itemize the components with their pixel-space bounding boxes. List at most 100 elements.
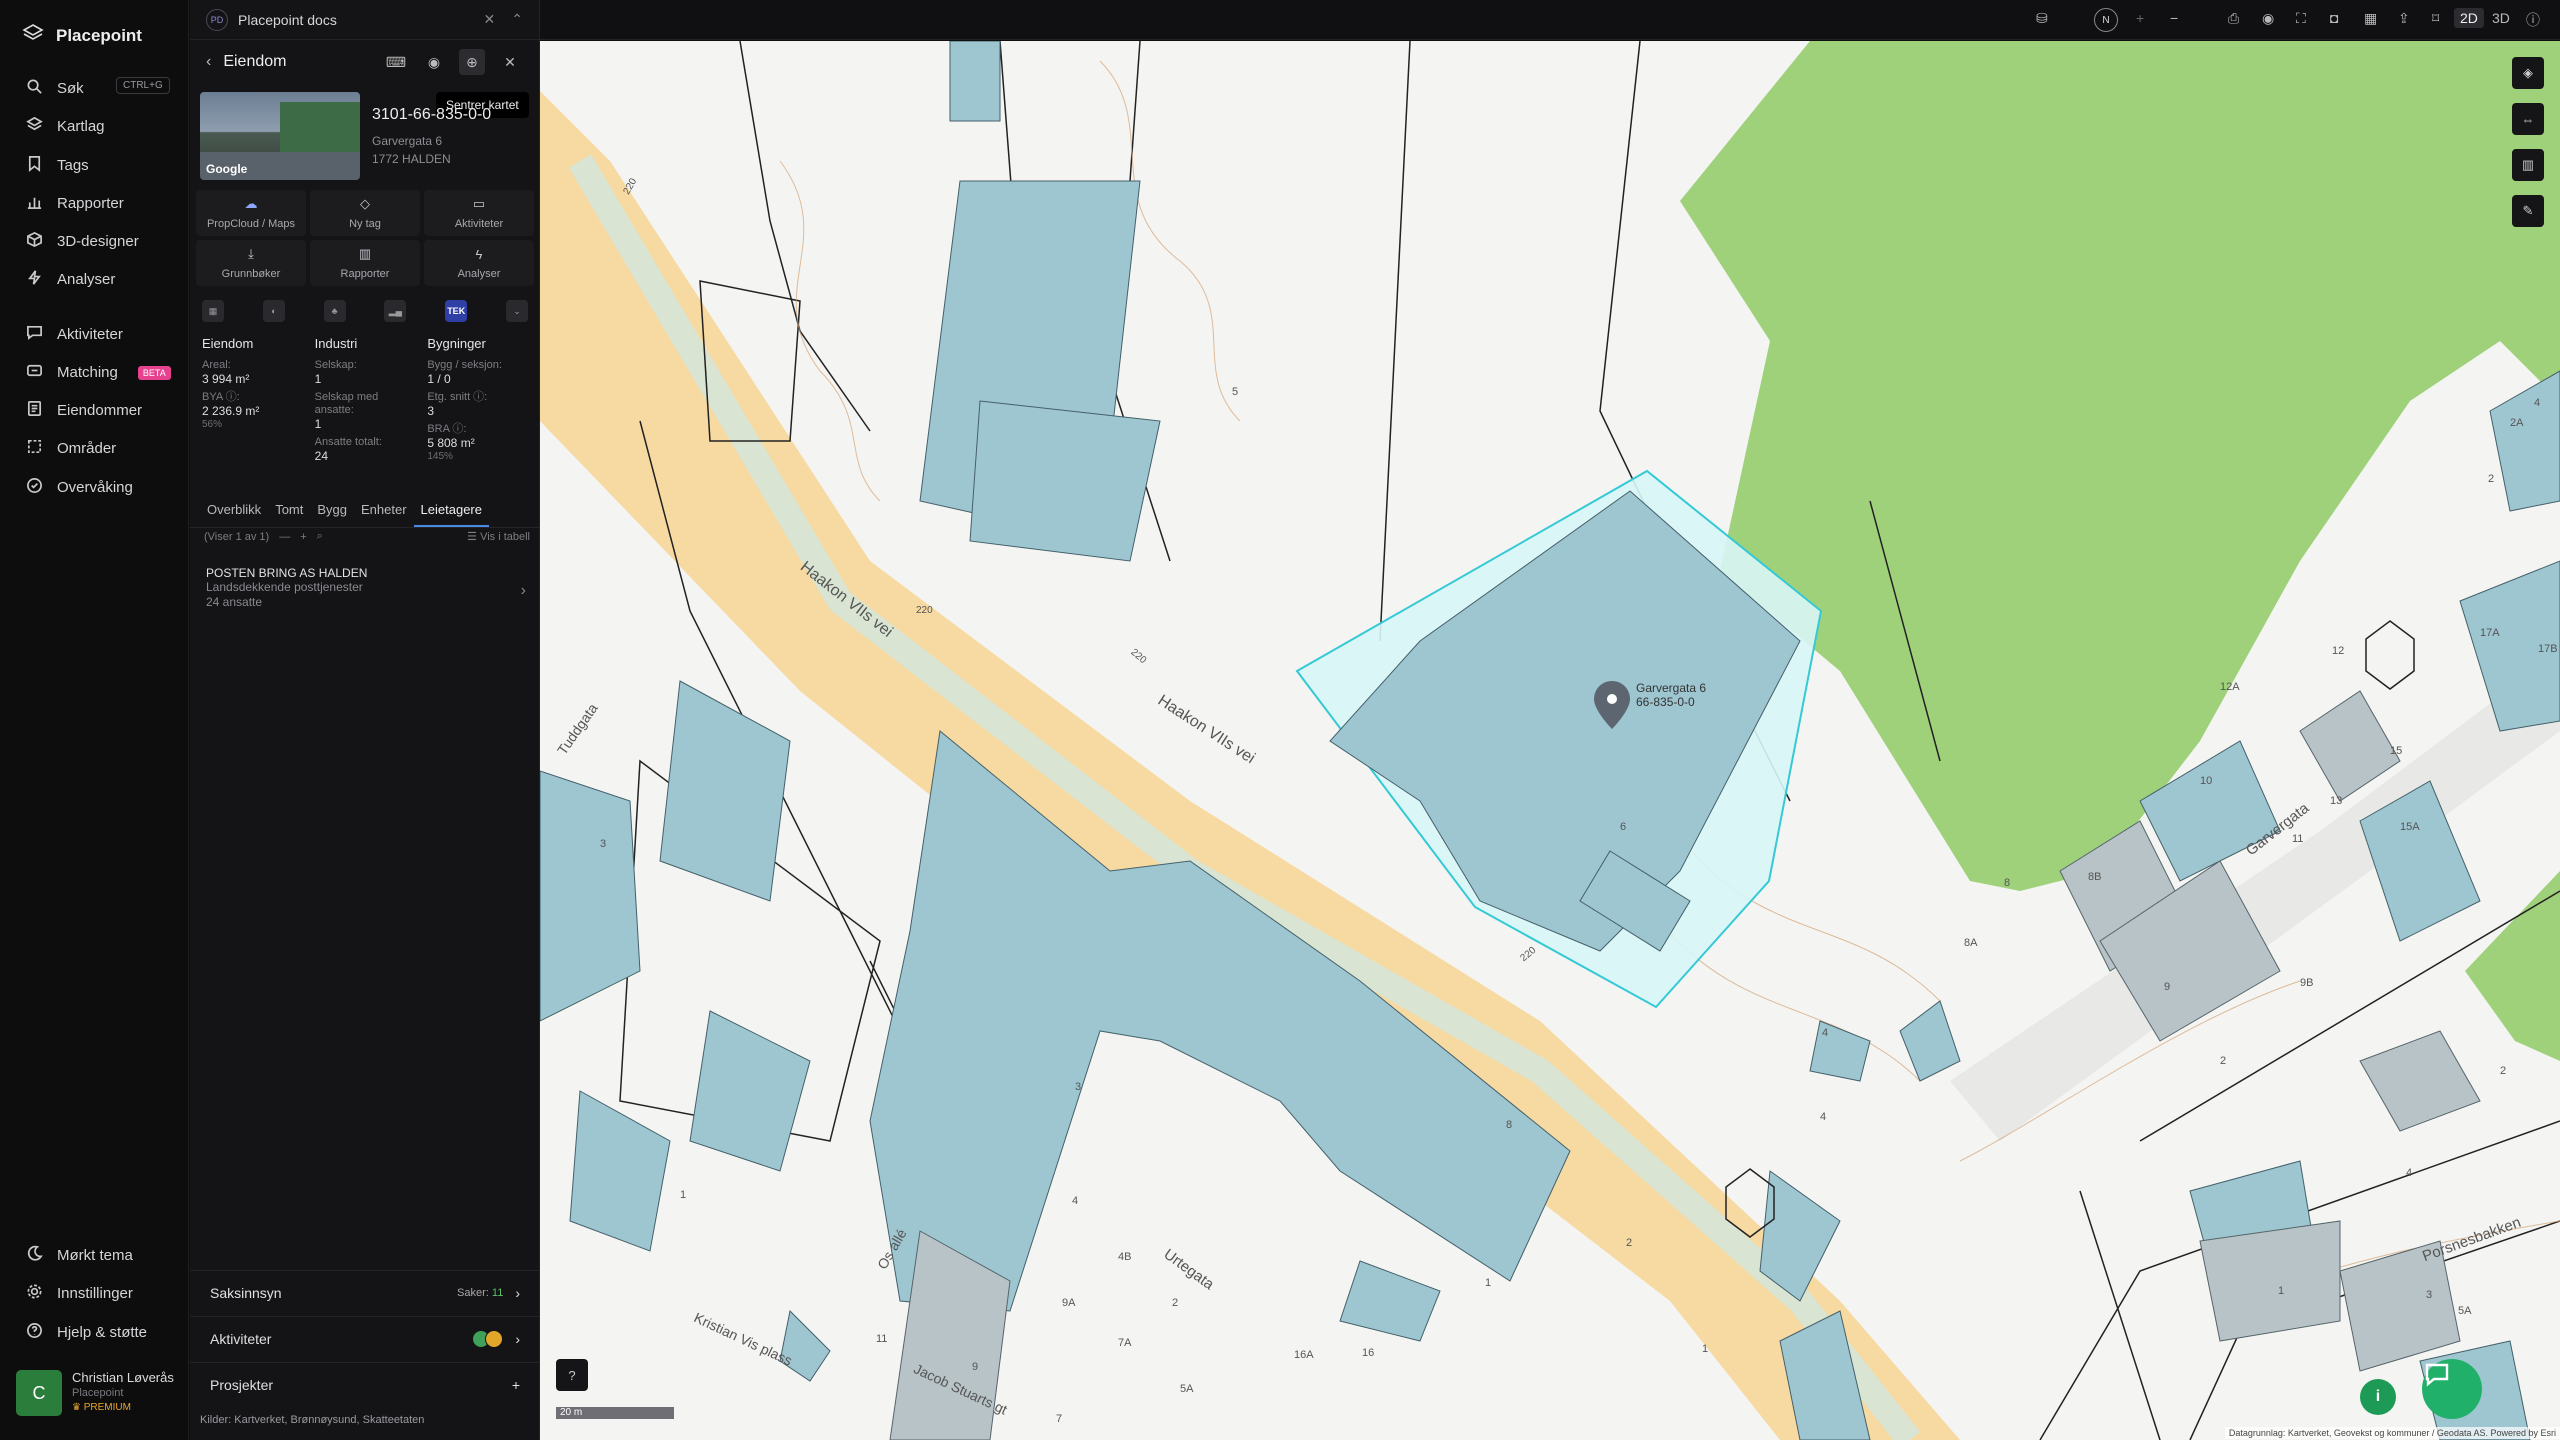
camera-icon[interactable]: ◘ bbox=[2330, 10, 2338, 26]
house-number: 4 bbox=[1820, 1111, 1827, 1123]
action-label: Rapporter bbox=[340, 268, 390, 280]
cloud-icon: ☁ bbox=[244, 196, 258, 211]
share-icon[interactable]: ⇪ bbox=[2398, 10, 2410, 27]
mode-2d-button[interactable]: 2D bbox=[2454, 8, 2484, 28]
info-button[interactable]: i bbox=[2360, 1379, 2396, 1415]
tab-leietagere[interactable]: Leietagere bbox=[413, 496, 489, 527]
lightning-icon bbox=[26, 269, 43, 290]
center-map-icon[interactable]: ⊕ bbox=[459, 49, 485, 75]
tab-tomt[interactable]: Tomt bbox=[268, 496, 310, 527]
list-item[interactable]: POSTEN BRING AS HALDEN Landsdekkende pos… bbox=[206, 566, 526, 610]
nav-item-tags[interactable]: Tags bbox=[26, 155, 89, 176]
section-label: Saksinnsyn bbox=[210, 1284, 282, 1301]
grid-icon[interactable]: ▦ bbox=[2364, 10, 2377, 27]
tek-icon[interactable]: TEK bbox=[445, 300, 468, 322]
info-icon[interactable]: ⓘ bbox=[2526, 10, 2540, 30]
globe-icon[interactable]: ◐ bbox=[262, 300, 285, 322]
stat-value: 3 994 m² bbox=[202, 372, 250, 386]
house-number: 3 bbox=[600, 838, 607, 850]
house-number: 9A bbox=[1062, 1297, 1076, 1309]
street-view-image[interactable]: Google bbox=[200, 92, 360, 180]
chat-button[interactable] bbox=[2422, 1359, 2482, 1419]
plan-icon[interactable]: ▦ bbox=[202, 300, 224, 322]
google-label: Google bbox=[206, 162, 248, 176]
nav-item-kartlag[interactable]: Kartlag bbox=[26, 116, 105, 137]
nav-item-dark-theme[interactable]: Mørkt tema bbox=[26, 1245, 133, 1266]
nav-item-rapporter[interactable]: Rapporter bbox=[26, 193, 124, 214]
keyboard-icon[interactable]: ⌨ bbox=[383, 49, 409, 75]
property-id: 3101-66-835-0-0 bbox=[372, 106, 492, 123]
north-compass-button[interactable]: N bbox=[2094, 8, 2118, 32]
map-canvas[interactable]: Garvergata 6 66-835-0-0 Haakon VIIs vei … bbox=[540, 41, 2560, 1440]
house-number: 4 bbox=[2534, 397, 2541, 409]
measure-icon[interactable]: ⇔ bbox=[2512, 103, 2544, 135]
eye-toggle-icon[interactable]: ◉ bbox=[2262, 10, 2274, 27]
draw-icon[interactable]: ✎ bbox=[2512, 195, 2544, 227]
stats-icon[interactable]: ▥ bbox=[2512, 149, 2544, 181]
signal-icon[interactable]: ▂▄ bbox=[384, 300, 407, 322]
collapse-icon[interactable]: — bbox=[279, 531, 290, 543]
land-registry-button[interactable]: ⤓ Grunnbøker bbox=[196, 240, 306, 286]
nav-item-settings[interactable]: Innstillinger bbox=[26, 1283, 133, 1304]
nav-item-matching[interactable]: Matching BETA bbox=[26, 362, 171, 383]
map-attribution[interactable]: Datagrunnlag: Kartverket, Geovekst og ko… bbox=[2224, 1427, 2560, 1439]
propcloud-button[interactable]: ☁ PropCloud / Maps bbox=[196, 190, 306, 236]
beta-badge: BETA bbox=[137, 365, 171, 380]
nav-item-search[interactable]: Søk bbox=[26, 78, 84, 99]
layers-stack-icon[interactable]: ⛁ bbox=[2036, 10, 2048, 27]
mode-3d-button[interactable]: 3D bbox=[2492, 10, 2510, 26]
nav-item-omrader[interactable]: Områder bbox=[26, 438, 116, 459]
action-label: Ny tag bbox=[349, 218, 381, 230]
bookmark-icon[interactable]: ⌑ bbox=[2432, 10, 2439, 27]
user-profile[interactable]: C Christian Løverås Placepoint ♛ PREMIUM bbox=[16, 1370, 174, 1416]
sources-label: Kilder: bbox=[200, 1414, 232, 1426]
reports-button[interactable]: ▥ Rapporter bbox=[310, 240, 420, 286]
close-panel-icon[interactable]: ✕ bbox=[497, 49, 523, 75]
tab-overblikk[interactable]: Overblikk bbox=[200, 496, 268, 527]
nav-item-3d-designer[interactable]: 3D-designer bbox=[26, 231, 139, 252]
tab-enheter[interactable]: Enheter bbox=[354, 496, 414, 527]
print-icon[interactable]: ⎙ bbox=[2228, 10, 2239, 27]
nav-item-overvaking[interactable]: Overvåking bbox=[26, 477, 133, 498]
more-icon[interactable]: ⌄ bbox=[505, 300, 528, 322]
forest-icon[interactable]: ♣ bbox=[323, 300, 346, 322]
layer-toggle-icon[interactable]: ◈ bbox=[2512, 57, 2544, 89]
search-icon[interactable]: ⌕ bbox=[317, 530, 323, 543]
house-number: 8A bbox=[1964, 937, 1978, 949]
nav-item-aktiviteter[interactable]: Aktiviteter bbox=[26, 324, 123, 345]
area-icon bbox=[26, 438, 43, 459]
section-prosjekter[interactable]: Prosjekter + bbox=[190, 1362, 540, 1406]
doc-tab-title[interactable]: Placepoint docs bbox=[238, 12, 474, 28]
section-aktiviteter[interactable]: Aktiviteter › bbox=[190, 1316, 540, 1360]
help-map-button[interactable]: ? bbox=[556, 1359, 588, 1391]
new-tag-button[interactable]: ◇ Ny tag bbox=[310, 190, 420, 236]
analyses-button[interactable]: ϟ Analyser bbox=[424, 240, 534, 286]
section-saksinnsyn[interactable]: Saksinnsyn Saker: 11 › bbox=[190, 1270, 540, 1314]
add-icon[interactable]: + bbox=[300, 531, 306, 543]
cases-value: 11 bbox=[491, 1286, 504, 1299]
fullscreen-icon[interactable]: ⛶ bbox=[2296, 10, 2306, 27]
stats-bygninger: Bygninger Bygg / seksjon: 1 / 0 Etg. sni… bbox=[427, 336, 532, 468]
activities-button[interactable]: ▭ Aktiviteter bbox=[424, 190, 534, 236]
eye-icon[interactable]: ◉ bbox=[421, 49, 447, 75]
zoom-in-icon[interactable]: + bbox=[2136, 10, 2144, 26]
brand[interactable]: Placepoint bbox=[22, 22, 142, 49]
bar-chart-icon bbox=[26, 193, 43, 214]
sources-list[interactable]: Kartverket, Brønnøysund, Skatteetaten bbox=[234, 1414, 424, 1426]
close-icon[interactable]: ✕ bbox=[484, 11, 496, 28]
table-view-button[interactable]: ☰ Vis i tabell bbox=[467, 530, 530, 543]
nav-item-analyser[interactable]: Analyser bbox=[26, 269, 115, 290]
nav-label: Hjelp & støtte bbox=[57, 1324, 148, 1341]
expand-icon[interactable]: ⌃ bbox=[511, 11, 523, 28]
zoom-out-icon[interactable]: − bbox=[2170, 10, 2178, 26]
nav-item-help[interactable]: Hjelp & støtte bbox=[26, 1322, 147, 1343]
house-number: 15A bbox=[2400, 821, 2420, 833]
tab-bygg[interactable]: Bygg bbox=[310, 496, 354, 527]
stat-value: 5 808 m² bbox=[427, 436, 475, 450]
stats-title: Eiendom bbox=[202, 336, 254, 351]
property-card[interactable]: Google 3101-66-835-0-0 Garvergata 6 1772… bbox=[200, 92, 530, 180]
back-chevron-icon[interactable]: ‹ bbox=[206, 53, 211, 71]
nav-item-eiendommer[interactable]: Eiendommer bbox=[26, 400, 142, 421]
house-number: 2 bbox=[2488, 473, 2495, 485]
plus-icon[interactable]: + bbox=[512, 1377, 520, 1393]
